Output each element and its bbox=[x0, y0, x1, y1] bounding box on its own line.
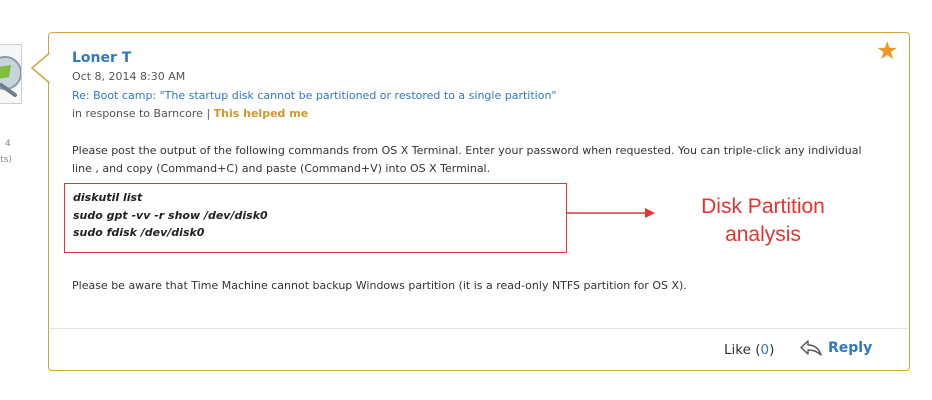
annotation-label: Disk Partition analysis bbox=[663, 193, 863, 249]
reply-arrow-icon bbox=[800, 340, 822, 356]
action-divider bbox=[50, 328, 908, 329]
author-name[interactable]: Loner T bbox=[72, 50, 131, 66]
like-button[interactable]: Like (0) bbox=[724, 342, 774, 358]
command-line: sudo fdisk /dev/disk0 bbox=[73, 226, 205, 239]
thread-link[interactable]: Re: Boot camp: "The startup disk cannot … bbox=[72, 89, 556, 102]
this-helped-me-link[interactable]: This helped me bbox=[214, 107, 309, 120]
in-response-text[interactable]: in response to Barncore bbox=[72, 107, 203, 120]
reply-button[interactable]: Reply bbox=[800, 340, 872, 356]
avatar-image bbox=[0, 56, 21, 97]
separator: | bbox=[206, 107, 211, 120]
command-line: diskutil list bbox=[73, 191, 143, 204]
annotation-line-2: analysis bbox=[725, 223, 801, 246]
author-points: ints) bbox=[0, 155, 12, 165]
reply-label: Reply bbox=[828, 340, 873, 356]
post-body-paragraph: Please post the output of the following … bbox=[72, 144, 862, 175]
annotation-arrow bbox=[567, 208, 655, 218]
post-date: Oct 8, 2014 8:30 AM bbox=[72, 70, 186, 83]
annotation-line-1: Disk Partition bbox=[701, 195, 825, 218]
author-avatar[interactable] bbox=[0, 44, 22, 104]
author-post-count: 4 bbox=[5, 139, 11, 149]
like-close: ) bbox=[769, 342, 775, 358]
star-icon[interactable]: ★ bbox=[876, 38, 898, 63]
command-line: sudo gpt -vv -r show /dev/disk0 bbox=[73, 208, 268, 222]
bubble-pointer bbox=[31, 53, 50, 84]
like-label: Like ( bbox=[724, 342, 761, 358]
command-list: diskutil list sudo gpt -vv -r show /dev/… bbox=[73, 189, 268, 242]
like-count[interactable]: 0 bbox=[760, 342, 769, 358]
in-response-line: in response to Barncore | This helped me bbox=[72, 107, 308, 120]
post-body-paragraph-2: Please be aware that Time Machine cannot… bbox=[72, 279, 687, 292]
